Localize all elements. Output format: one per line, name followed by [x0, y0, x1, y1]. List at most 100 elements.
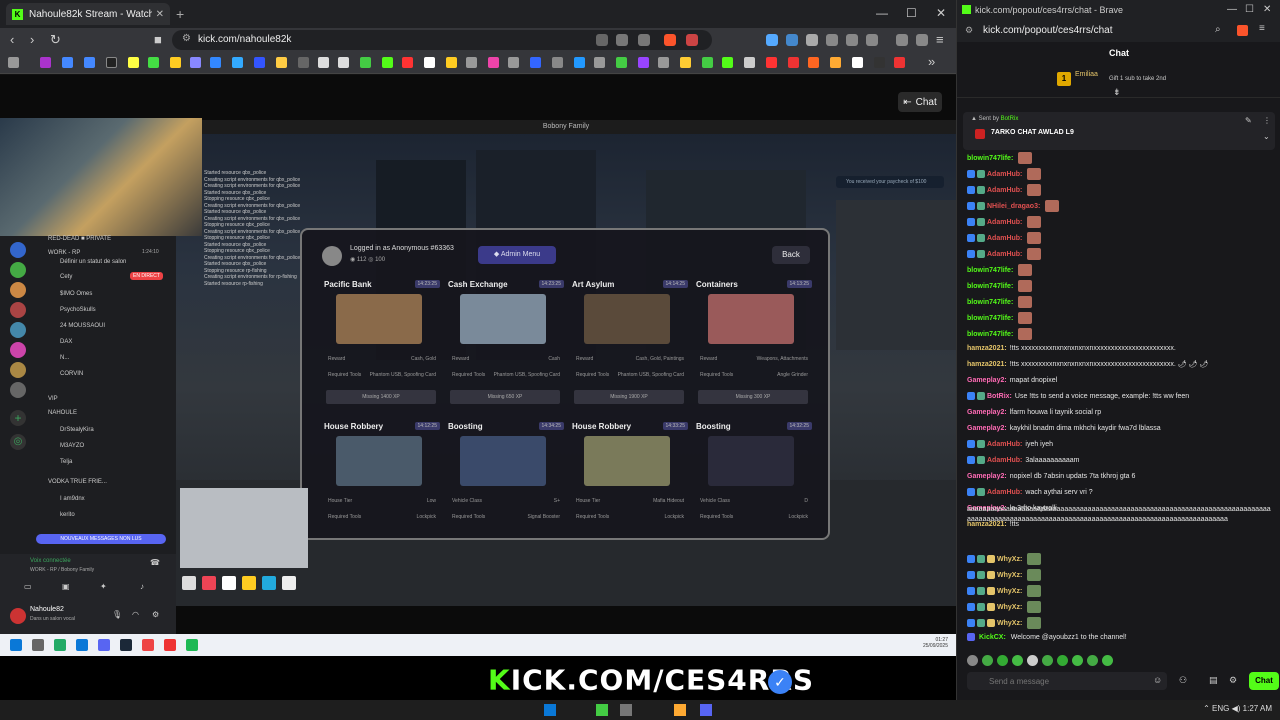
taskbar-app-icon[interactable] [674, 704, 686, 716]
bookmark-icon[interactable] [552, 57, 563, 68]
heist-card[interactable]: Boosting 14:34:25 Vehicle Class S+ Required … [448, 422, 564, 552]
close-window-icon[interactable]: ✕ [1263, 4, 1271, 15]
bookmark-icon[interactable] [808, 57, 819, 68]
discord-channel-item[interactable]: Telja [60, 459, 72, 465]
chat-username[interactable]: AdamHub: [987, 489, 1022, 496]
chat-username[interactable]: BotRix: [987, 393, 1012, 400]
bookmark-icon[interactable] [40, 57, 51, 68]
bookmark-icon[interactable] [106, 57, 117, 68]
heist-card[interactable]: Boosting 14:32:25 Vehicle Class D Required T… [696, 422, 812, 552]
mute-icon[interactable] [596, 34, 608, 46]
chat-username[interactable]: blowin747life: [967, 299, 1013, 306]
discord-channel-item[interactable]: N... [60, 355, 69, 361]
headphones-icon[interactable]: ◠ [132, 610, 139, 619]
chat-username[interactable]: WhyXz: [997, 620, 1022, 627]
camera-icon[interactable]: ▭ [24, 582, 32, 591]
discord-channel-item[interactable]: kerito [60, 512, 75, 518]
google-icon[interactable] [424, 57, 435, 68]
chat-username[interactable]: blowin747life: [967, 267, 1013, 274]
server-icon[interactable] [10, 302, 26, 318]
chat-username[interactable]: blowin747life: [967, 331, 1013, 338]
emote-icon[interactable] [1072, 655, 1083, 666]
forward-icon[interactable]: › [30, 32, 34, 47]
emoji-icon[interactable]: ☺ [1153, 675, 1162, 685]
back-icon[interactable]: ‹ [10, 32, 14, 47]
chat-username[interactable]: Gameplay2: [967, 473, 1007, 480]
discord-channel-item[interactable]: $IMO Omes [60, 291, 92, 297]
chat-username[interactable]: blowin747life: [967, 283, 1013, 290]
bookmark-icon[interactable] [128, 57, 139, 68]
heist-start-button[interactable]: Missing 1900 XP [574, 390, 684, 404]
chat-username[interactable]: hamza2021: [967, 345, 1007, 352]
chat-username[interactable]: blowin747life: [967, 155, 1013, 162]
chat-username[interactable]: AdamHub: [987, 457, 1022, 464]
whatsapp-icon[interactable] [616, 57, 627, 68]
telegram-icon[interactable] [574, 57, 585, 68]
chat-username[interactable]: AdamHub: [987, 219, 1022, 226]
discord-channel-item[interactable]: M3AYZO [60, 443, 84, 449]
youtube-icon[interactable] [402, 57, 413, 68]
extension-icon[interactable] [806, 34, 818, 46]
minimize-icon[interactable]: — [1227, 4, 1237, 15]
taskbar-app-icon[interactable] [596, 704, 608, 716]
bookmark-icon[interactable] [170, 57, 181, 68]
chat-username[interactable]: WhyXz: [997, 604, 1022, 611]
bookmark-icon[interactable] [830, 57, 841, 68]
volume-icon[interactable]: ◀) [1232, 704, 1243, 713]
emote-icon[interactable] [1087, 655, 1098, 666]
discord-channel-item[interactable]: Cety [60, 274, 72, 280]
add-server-icon[interactable]: + [10, 410, 26, 426]
microphone-icon[interactable]: 🎙 [112, 610, 122, 619]
chat-username[interactable]: KickCX: [979, 634, 1006, 641]
chat-username[interactable]: Gameplay2: [967, 377, 1007, 384]
discord-channel-item[interactable]: I am9dnx [60, 496, 85, 502]
chat-username[interactable]: AdamHub: [987, 235, 1022, 242]
twitch-icon[interactable] [638, 57, 649, 68]
explore-icon[interactable]: ◎ [10, 434, 26, 450]
activity-icon[interactable]: ✦ [100, 582, 107, 591]
screen-share-icon[interactable]: ▣ [62, 582, 70, 591]
chat-username[interactable]: AdamHub: [987, 251, 1022, 258]
users-icon[interactable]: ⚇ [1179, 675, 1187, 686]
emote-icon[interactable] [967, 655, 978, 666]
emote-icon[interactable] [1027, 655, 1038, 666]
bookmark-icon[interactable] [338, 57, 349, 68]
bookmark-icon[interactable] [210, 57, 221, 68]
chat-username[interactable]: blowin747life: [967, 315, 1013, 322]
taskbar-app-icon[interactable] [620, 704, 632, 716]
taskbar-app-icon[interactable] [700, 704, 712, 716]
chat-username[interactable]: NHilei_dragao3: [987, 203, 1040, 210]
bookmark-icon[interactable] [852, 57, 863, 68]
bookmark-icon[interactable] [766, 57, 777, 68]
bookmark-icon[interactable] [894, 57, 905, 68]
discord-channel-item[interactable]: DAX [60, 339, 72, 345]
server-icon[interactable] [10, 362, 26, 378]
chat-toggle-button[interactable]: ⇤ Chat [898, 92, 942, 112]
emote-icon[interactable] [1012, 655, 1023, 666]
server-icon[interactable] [10, 322, 26, 338]
bookmark-icon[interactable] [466, 57, 477, 68]
menu-icon[interactable]: ≡ [936, 32, 944, 47]
bookmark-icon[interactable] [298, 57, 309, 68]
maximize-icon[interactable]: ☐ [1245, 4, 1254, 15]
language-indicator[interactable]: ENG [1212, 704, 1229, 713]
maximize-icon[interactable]: ☐ [906, 6, 917, 20]
disconnect-icon[interactable]: ☎ [150, 558, 160, 567]
apps-icon[interactable] [8, 57, 19, 68]
new-tab-icon[interactable]: + [176, 6, 184, 22]
bookmark-icon[interactable] [62, 57, 73, 68]
bookmark-icon[interactable] [508, 57, 519, 68]
music-icon[interactable] [896, 34, 908, 46]
collapse-icon[interactable]: ⇟ [1113, 87, 1121, 98]
heist-start-button[interactable]: Missing 1400 XP [326, 390, 436, 404]
bookmark-icon[interactable] [360, 57, 371, 68]
bookmark-icon[interactable] [744, 57, 755, 68]
site-info-icon[interactable]: ⚙ [965, 25, 973, 36]
instagram-icon[interactable] [488, 57, 499, 68]
chevron-down-icon[interactable]: ⌄ [1263, 132, 1270, 141]
extension-icon[interactable] [786, 34, 798, 46]
discord-channel-item[interactable]: VIP [48, 396, 58, 402]
chevron-up-icon[interactable]: ⌃ [1203, 704, 1212, 713]
bookmark-icon[interactable] [658, 57, 669, 68]
zoom-icon[interactable] [616, 34, 628, 46]
